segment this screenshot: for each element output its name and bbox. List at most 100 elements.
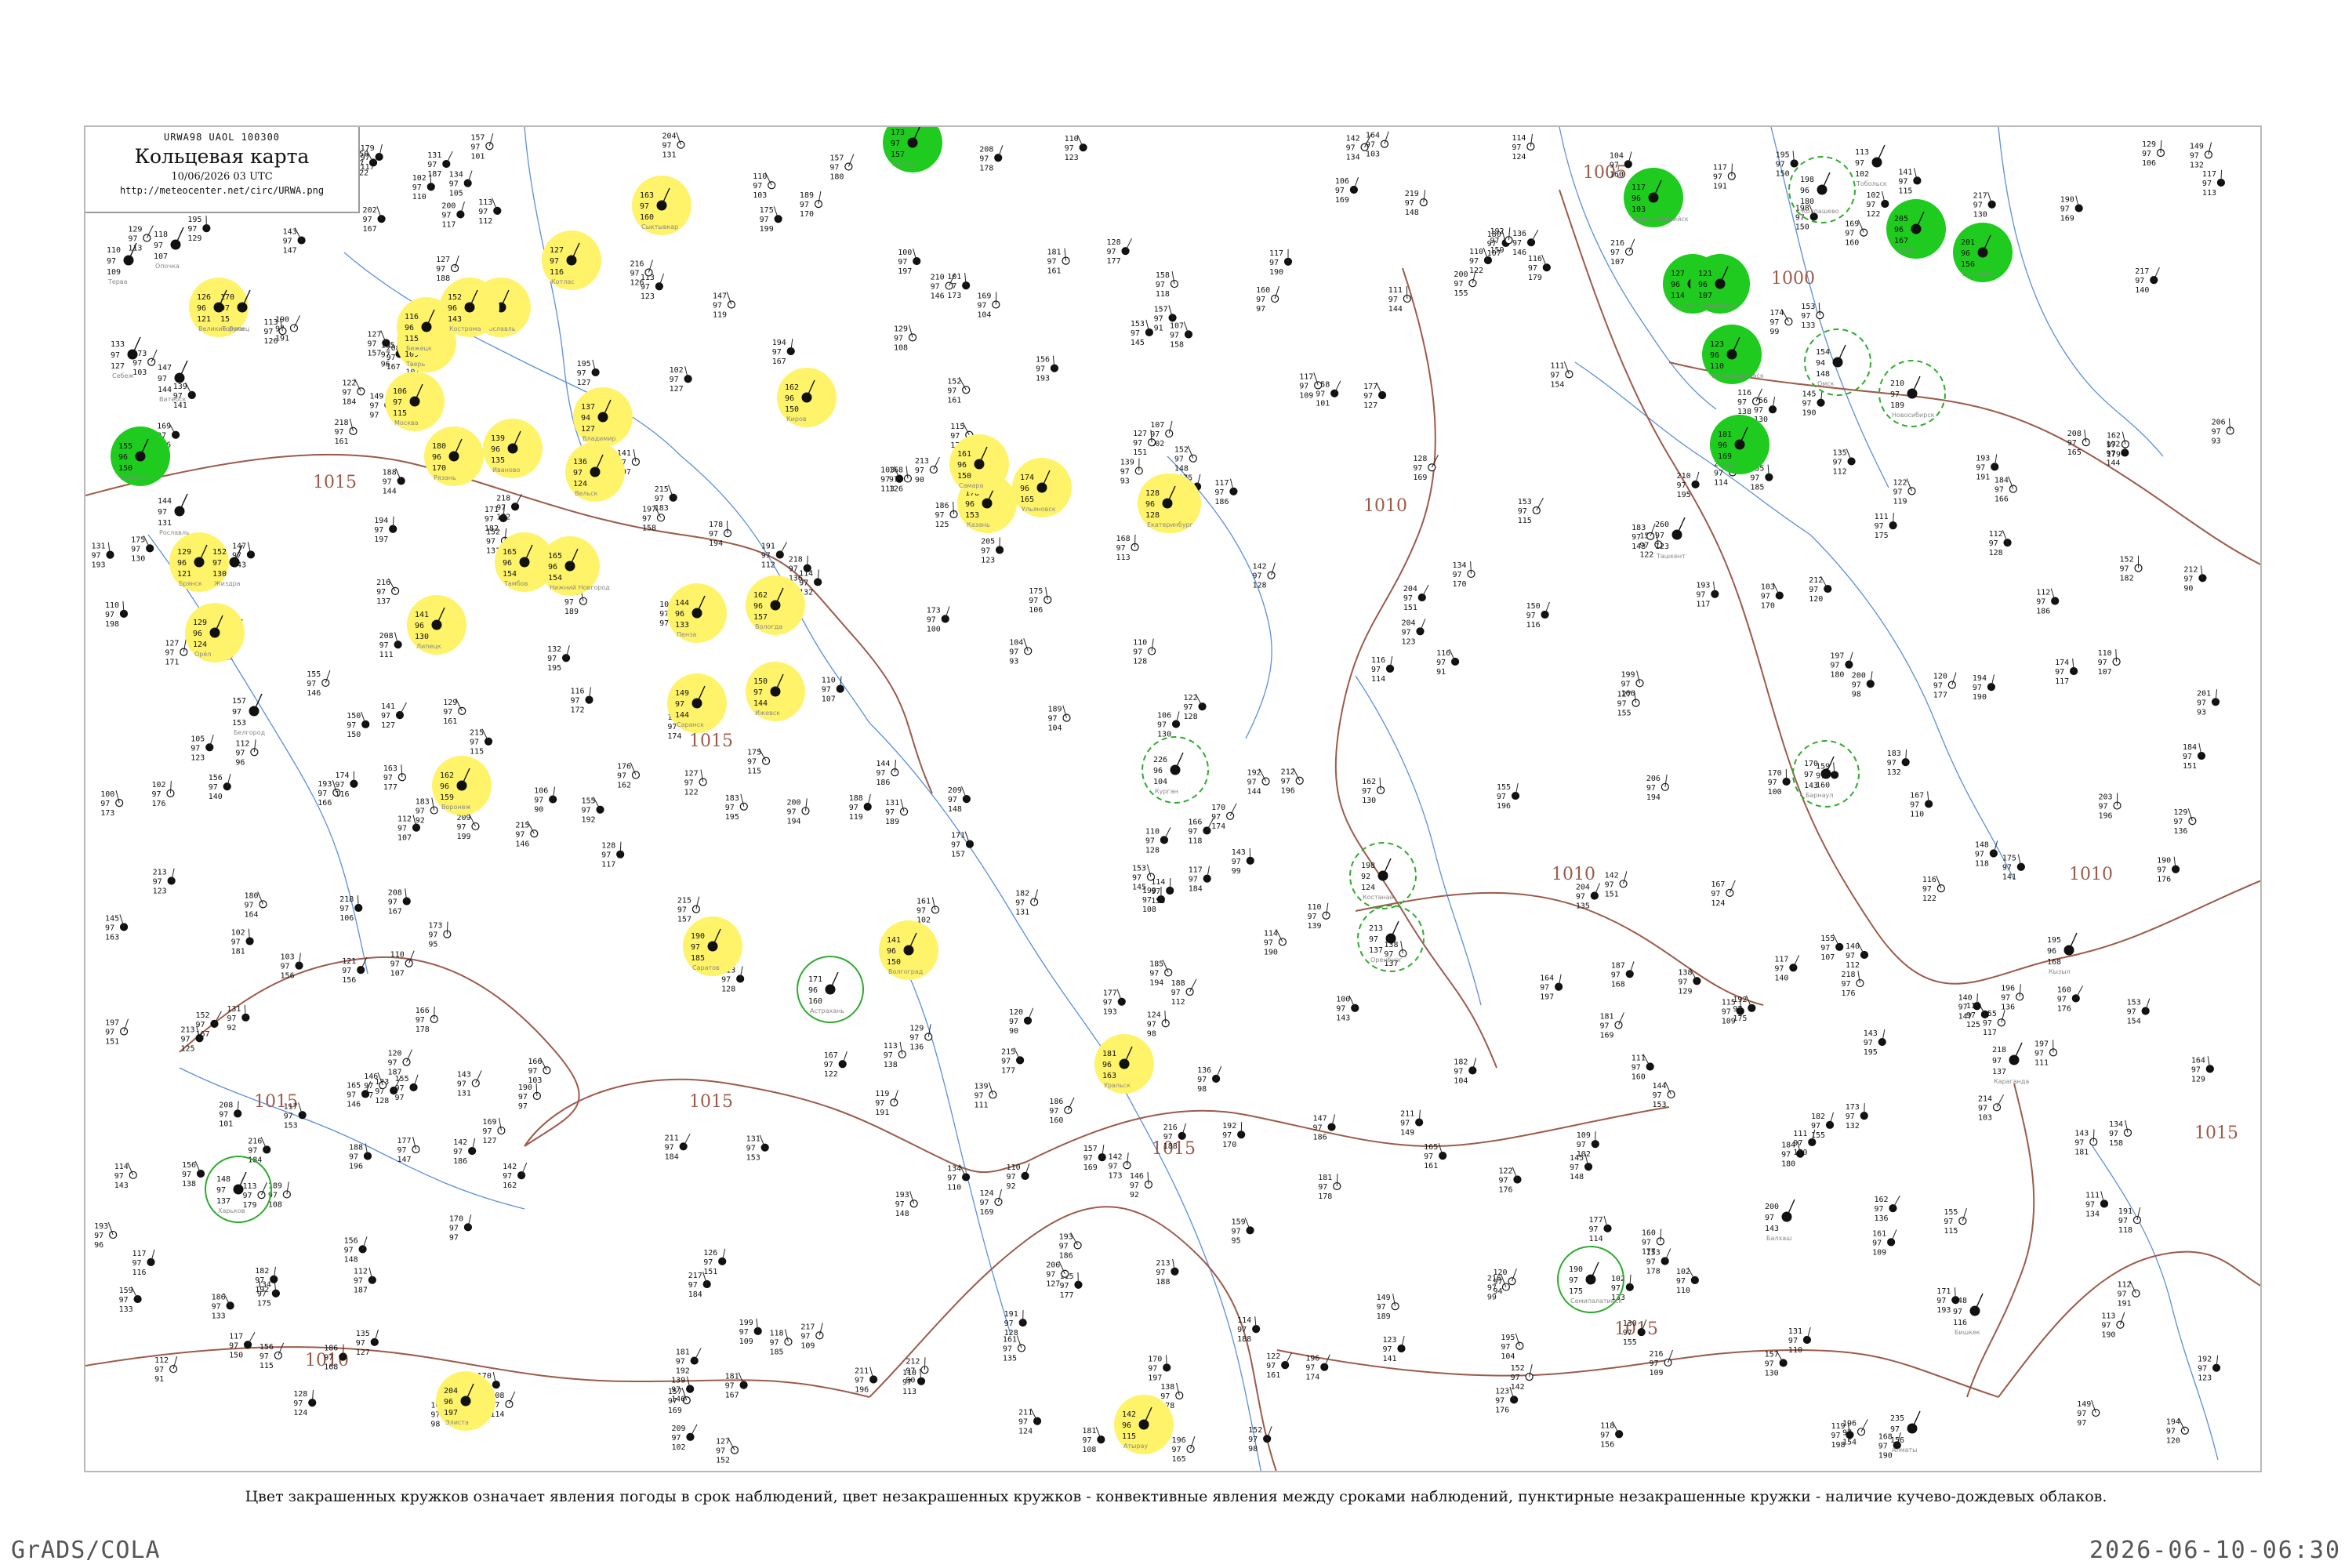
svg-text:97: 97 [1313, 1124, 1323, 1133]
svg-text:193: 193 [1696, 582, 1710, 590]
station-49[interactable]: 21397137Оренбург [1357, 905, 1425, 972]
svg-text:210: 210 [1677, 472, 1691, 481]
station-7[interactable]: 15596150Смоленск [111, 426, 170, 486]
station-58[interactable]: 17097143Барнаул [1792, 740, 1860, 808]
svg-text:208: 208 [379, 632, 394, 641]
station-68[interactable]: 26097123Ташкент [1655, 517, 1686, 560]
station-48[interactable]: 19892124Костанай [1349, 842, 1417, 909]
station-29[interactable]: 16296157Вологда [746, 575, 805, 635]
minor-station: 12897124 [293, 1390, 317, 1417]
station-temperature: 153 [965, 511, 979, 520]
station-dewpoint-deficit: 97 [1655, 532, 1664, 540]
svg-text:173: 173 [428, 922, 442, 931]
station-40[interactable]: 19097185Саратов [683, 916, 742, 976]
svg-text:107: 107 [1820, 953, 1835, 962]
svg-text:138: 138 [1678, 968, 1692, 977]
svg-text:97: 97 [1754, 406, 1763, 415]
station-34[interactable]: 15097144Ижевск [746, 662, 805, 721]
map-source-url[interactable]: http://meteocenter.net/circ/URWA.png [85, 185, 358, 196]
station-23[interactable]: 16296159Воронеж [432, 756, 492, 815]
minor-station: 1839792 [416, 797, 438, 826]
station-12[interactable]: 12996124Орёл [185, 603, 245, 662]
station-name: Тверь [405, 361, 426, 368]
svg-text:97: 97 [1776, 160, 1785, 169]
svg-text:97: 97 [772, 348, 782, 357]
station-30[interactable]: 13697124Вельск [565, 442, 625, 502]
station-22[interactable]: 14196130Липецк [407, 595, 466, 655]
station-61[interactable]: 20596167Томск [1886, 199, 1946, 259]
minor-station: 21197196 [855, 1367, 878, 1394]
svg-text:97: 97 [1046, 1271, 1055, 1279]
svg-text:97: 97 [1413, 464, 1422, 473]
svg-text:91: 91 [1436, 668, 1446, 677]
svg-text:186: 186 [1049, 1098, 1063, 1106]
station-32[interactable]: 16397160Сыктывкар [632, 176, 691, 235]
station-45[interactable]: 14296115Атырау [1114, 1395, 1174, 1454]
station-8[interactable]: 14497131Рославль [158, 493, 190, 536]
station-24[interactable]: 15296143Кострома [440, 278, 499, 337]
minor-station: 2019793 [2197, 689, 2220, 717]
station-43[interactable]: 18196163Уральск [1094, 1034, 1154, 1094]
svg-text:146: 146 [1512, 249, 1526, 257]
svg-text:183: 183 [1887, 750, 1901, 758]
station-55[interactable]: 19896180Колпашево [1788, 156, 1856, 223]
station-53[interactable]: 12196107Стрежевой [1690, 254, 1750, 314]
minor-station: 21597115 [470, 728, 493, 757]
station-16[interactable]: 10697115Москва [385, 372, 445, 431]
station-pressure: 171 [808, 975, 822, 984]
svg-text:146: 146 [1130, 1172, 1144, 1181]
station-64[interactable]: 24897116Бишкек [1953, 1293, 1984, 1336]
station-name: Балхаш [1766, 1235, 1791, 1242]
svg-text:97: 97 [436, 265, 445, 274]
station-2[interactable]: 11897107Опочка [154, 227, 184, 270]
station-66[interactable]: 20097143Балхаш [1765, 1199, 1795, 1242]
svg-text:97: 97 [800, 1332, 810, 1341]
svg-text:127: 127 [1046, 1280, 1060, 1289]
station-47[interactable]: 22696104Курган [1142, 736, 1209, 804]
station-67[interactable]: 23597156Алматы [1890, 1410, 1921, 1454]
station-dewpoint-deficit: 96 [405, 324, 414, 332]
svg-text:97: 97 [885, 808, 895, 817]
svg-text:164: 164 [1540, 975, 1554, 983]
station-26[interactable]: 13996135Иваново [483, 419, 543, 478]
station-13[interactable]: 15797153Белгород [232, 693, 266, 736]
station-name: Орёл [194, 651, 211, 658]
svg-text:133: 133 [1801, 321, 1815, 330]
station-20[interactable]: 13794127Владимир [573, 387, 633, 447]
station-19[interactable]: 18096170Рязань [424, 426, 484, 486]
station-46[interactable]: 12896128Екатеринбург [1138, 474, 1197, 533]
minor-station: 19697136 [2001, 984, 2024, 1011]
minor-station: 11897185 [769, 1329, 793, 1356]
station-pressure: 170 [1804, 760, 1818, 768]
station-39[interactable]: 17397157Печора [883, 127, 942, 172]
station-62[interactable]: 20196156Енисейск [1953, 223, 2013, 282]
station-36[interactable]: 17496165Ульяновск [1012, 458, 1072, 517]
station-28[interactable]: 14997144Саранск [667, 673, 727, 733]
svg-text:151: 151 [703, 1268, 717, 1276]
svg-text:112: 112 [761, 561, 775, 569]
minor-station: 12097187 [388, 1049, 412, 1077]
minor-station: 20897111 [379, 632, 402, 659]
station-50[interactable]: 11796103Ханты-Мансийск [1624, 168, 1689, 227]
station-52[interactable]: 12396110Нижневартовск [1702, 325, 1764, 384]
svg-text:142: 142 [453, 1138, 467, 1147]
station-27[interactable]: 14496133Пенза [667, 583, 727, 643]
station-37[interactable]: 16196150Самара [949, 434, 1009, 494]
station-42[interactable]: 17196160Астрахань [797, 956, 864, 1023]
station-31[interactable]: 12797116Котлас [542, 230, 601, 290]
station-33[interactable]: 16296150Киров [777, 368, 837, 427]
svg-text:97: 97 [2002, 864, 2012, 873]
station-56[interactable]: 15494148Омск [1804, 328, 1871, 396]
station-44[interactable]: 20496197Элиста [436, 1371, 495, 1431]
svg-text:97: 97 [361, 154, 370, 162]
station-63[interactable]: 19596168Кызыл [2047, 932, 2078, 975]
station-65[interactable]: 21897137Караганда [1992, 1042, 2029, 1085]
station-14[interactable]: 14897137Харьков [205, 1156, 272, 1223]
svg-text:122: 122 [1469, 267, 1483, 275]
station-25[interactable]: 16596154Нижний Новгород [540, 536, 610, 596]
station-54[interactable]: 18196169Тара [1710, 415, 1769, 474]
svg-text:97: 97 [182, 1171, 191, 1179]
station-41[interactable]: 14196150Волгоград [879, 920, 938, 980]
svg-text:97: 97 [114, 1172, 124, 1181]
station-60[interactable]: 11397102Тобольск [1855, 144, 1887, 187]
